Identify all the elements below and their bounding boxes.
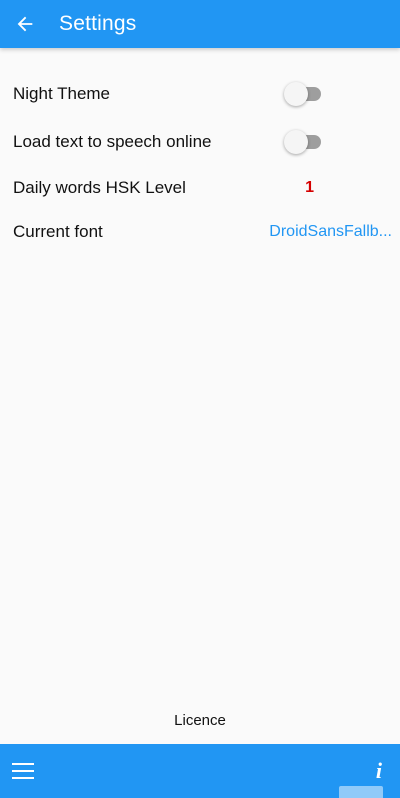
night-theme-switch[interactable]	[284, 81, 322, 107]
current-font-value[interactable]: DroidSansFallb...	[269, 223, 392, 241]
menu-line	[12, 777, 34, 779]
info-icon[interactable]: i	[376, 758, 382, 784]
tts-online-switch[interactable]	[284, 129, 322, 155]
settings-list: Night Theme Load text to speech online D…	[0, 70, 400, 254]
setting-night-theme-label: Night Theme	[13, 84, 111, 103]
licence-link[interactable]: Licence	[0, 712, 400, 729]
setting-current-font-label: Current font	[13, 222, 103, 241]
app-bar: Settings	[0, 0, 400, 48]
keyboard-tab[interactable]	[339, 786, 383, 798]
setting-current-font[interactable]: Current font DroidSansFallb...	[0, 210, 400, 254]
setting-tts-online[interactable]: Load text to speech online	[0, 118, 400, 166]
tts-online-switch-thumb	[284, 130, 308, 154]
hamburger-menu-icon[interactable]	[12, 763, 34, 779]
setting-hsk-level[interactable]: Daily words HSK Level 1	[0, 166, 400, 210]
setting-tts-online-label: Load text to speech online	[13, 132, 212, 151]
arrow-left-icon	[17, 16, 33, 32]
setting-hsk-level-label: Daily words HSK Level	[13, 178, 186, 197]
menu-line	[12, 763, 34, 765]
back-button[interactable]	[2, 4, 48, 44]
settings-screen: Settings Night Theme Load text to speech…	[0, 0, 400, 798]
page-title: Settings	[59, 12, 137, 35]
hsk-level-value[interactable]: 1	[305, 179, 314, 197]
menu-line	[12, 770, 34, 772]
night-theme-switch-thumb	[284, 82, 308, 106]
setting-night-theme[interactable]: Night Theme	[0, 70, 400, 118]
bottom-bar: i	[0, 744, 400, 798]
